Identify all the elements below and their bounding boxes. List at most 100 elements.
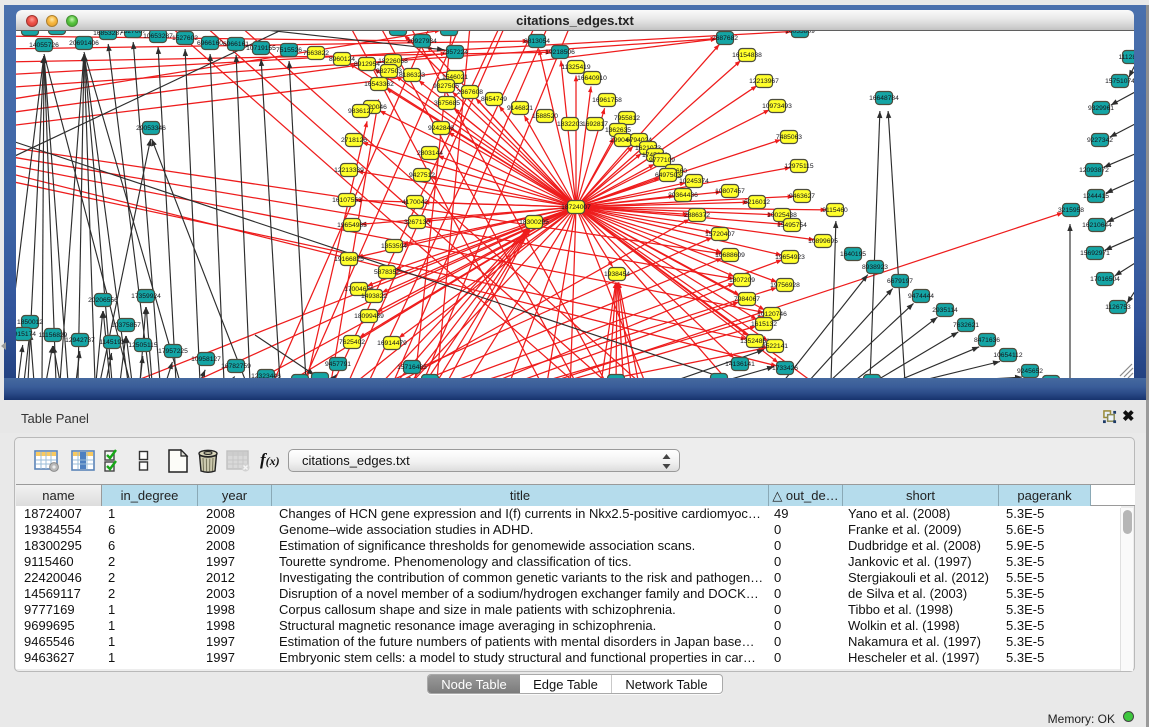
svg-text:19218506: 19218506: [545, 49, 575, 56]
svg-text:2687682: 2687682: [712, 35, 738, 42]
svg-text:17957225: 17957225: [158, 348, 188, 355]
svg-text:18300295: 18300295: [519, 219, 549, 226]
svg-text:1640195: 1640195: [840, 251, 866, 258]
svg-text:2935114: 2935114: [932, 307, 958, 314]
svg-text:1850012: 1850012: [17, 319, 43, 326]
svg-text:3267130: 3267130: [404, 219, 430, 226]
svg-text:19654923: 19654923: [775, 254, 805, 261]
svg-text:11325419: 11325419: [561, 64, 591, 71]
svg-text:14055726: 14055726: [29, 42, 59, 49]
svg-text:16782759: 16782759: [221, 363, 251, 370]
svg-text:2886372: 2886372: [684, 212, 710, 219]
svg-text:1832203: 1832203: [557, 121, 583, 128]
svg-text:9242848: 9242848: [428, 125, 454, 132]
svg-text:1244415: 1244415: [1083, 193, 1109, 200]
svg-text:16210644: 16210644: [1082, 222, 1112, 229]
svg-text:2092793: 2092793: [385, 31, 411, 33]
svg-text:9146821: 9146821: [507, 105, 533, 112]
svg-text:12093872: 12093872: [1079, 167, 1109, 174]
svg-text:15751074: 15751074: [1105, 78, 1134, 85]
svg-text:6966160: 6966160: [197, 40, 223, 47]
svg-text:10245374: 10245374: [679, 178, 709, 185]
svg-text:9427512: 9427512: [409, 172, 435, 179]
svg-text:1126753: 1126753: [1105, 304, 1131, 311]
svg-text:9474444: 9474444: [908, 293, 934, 300]
svg-text:20927934: 20927934: [407, 38, 437, 45]
svg-text:12213339: 12213339: [334, 167, 364, 174]
svg-text:9457791: 9457791: [325, 361, 351, 368]
svg-text:1588520: 1588520: [532, 113, 558, 120]
svg-text:19654985: 19654985: [337, 222, 367, 229]
svg-text:20364436: 20364436: [668, 192, 698, 199]
svg-text:8912954: 8912954: [354, 61, 380, 68]
svg-text:3915174: 3915174: [16, 331, 36, 338]
svg-text:16154838: 16154838: [732, 52, 762, 59]
svg-text:16961758: 16961758: [592, 97, 622, 104]
svg-text:16914479: 16914479: [377, 340, 407, 347]
svg-text:18099489: 18099489: [354, 313, 384, 320]
svg-text:10375857: 10375857: [111, 322, 141, 329]
svg-text:12942737: 12942737: [65, 337, 95, 344]
svg-text:8960124: 8960124: [329, 56, 355, 63]
svg-text:14136141: 14136141: [725, 361, 755, 368]
svg-text:10807457: 10807457: [715, 188, 745, 195]
svg-text:10899695: 10899695: [808, 238, 838, 245]
svg-text:9327505: 9327505: [433, 83, 459, 90]
svg-text:12323446: 12323446: [251, 373, 281, 378]
svg-text:20206556: 20206556: [88, 297, 118, 304]
svg-text:7955812: 7955812: [614, 115, 640, 122]
svg-text:11156829: 11156829: [39, 332, 68, 339]
svg-text:7625402: 7625402: [339, 339, 365, 346]
svg-text:17016504: 17016504: [1090, 276, 1120, 283]
svg-text:5878352: 5878352: [374, 269, 400, 276]
svg-text:9227342: 9227342: [1087, 137, 1113, 144]
svg-text:1733426: 1733426: [772, 365, 798, 372]
svg-text:2718126: 2718126: [341, 137, 367, 144]
svg-text:2367608: 2367608: [457, 89, 483, 96]
svg-text:1493822: 1493822: [361, 293, 387, 300]
svg-text:1145193: 1145193: [99, 339, 125, 346]
svg-text:10654112: 10654112: [993, 352, 1023, 359]
svg-text:6679197: 6679197: [887, 278, 913, 285]
svg-text:10973493: 10973493: [762, 103, 792, 110]
svg-text:10719155: 10719155: [246, 45, 276, 52]
svg-text:1603381: 1603381: [436, 31, 462, 33]
svg-text:8471636: 8471636: [974, 337, 1000, 344]
svg-text:7357224: 7357224: [442, 49, 468, 56]
svg-text:15720407: 15720407: [705, 231, 735, 238]
svg-text:8454749: 8454749: [481, 96, 507, 103]
svg-text:2522141: 2522141: [762, 343, 788, 350]
svg-text:3215958: 3215958: [1058, 207, 1084, 214]
svg-text:9329961: 9329961: [1088, 105, 1114, 112]
svg-text:9245652: 9245652: [1017, 368, 1043, 375]
svg-text:7515526: 7515526: [276, 47, 302, 54]
svg-text:15716485: 15716485: [397, 364, 427, 371]
svg-text:3675685: 3675685: [434, 100, 460, 107]
svg-text:9777109: 9777109: [649, 157, 675, 164]
svg-text:19035572: 19035572: [16, 31, 45, 33]
svg-text:19756928: 19756928: [770, 282, 800, 289]
svg-text:1807209: 1807209: [729, 277, 755, 284]
svg-text:7632621: 7632621: [953, 322, 979, 329]
svg-text:1527602: 1527602: [172, 35, 198, 42]
svg-text:9115460: 9115460: [822, 207, 848, 214]
svg-text:9463627: 9463627: [789, 193, 815, 200]
svg-text:16107553: 16107553: [332, 197, 362, 204]
svg-text:12213967: 12213967: [749, 78, 779, 85]
svg-text:16640910: 16640910: [577, 75, 607, 82]
svg-text:7485063: 7485063: [776, 134, 802, 141]
svg-text:15495754: 15495754: [777, 222, 807, 229]
svg-text:7984067: 7984067: [734, 296, 760, 303]
svg-text:8813054: 8813054: [524, 38, 550, 45]
svg-text:7663822: 7663822: [303, 50, 329, 57]
svg-text:1615132: 1615132: [751, 321, 777, 328]
svg-text:8186323: 8186323: [399, 72, 425, 79]
svg-text:10653287: 10653287: [143, 33, 173, 40]
svg-text:17359924: 17359924: [131, 293, 161, 300]
svg-text:10958127: 10958127: [191, 356, 221, 363]
svg-text:1112853: 1112853: [1118, 54, 1134, 61]
svg-text:20691406: 20691406: [69, 40, 99, 47]
svg-text:12505115: 12505115: [128, 342, 158, 349]
svg-text:9836127: 9836127: [348, 108, 374, 115]
svg-text:18724007: 18724007: [561, 204, 591, 211]
